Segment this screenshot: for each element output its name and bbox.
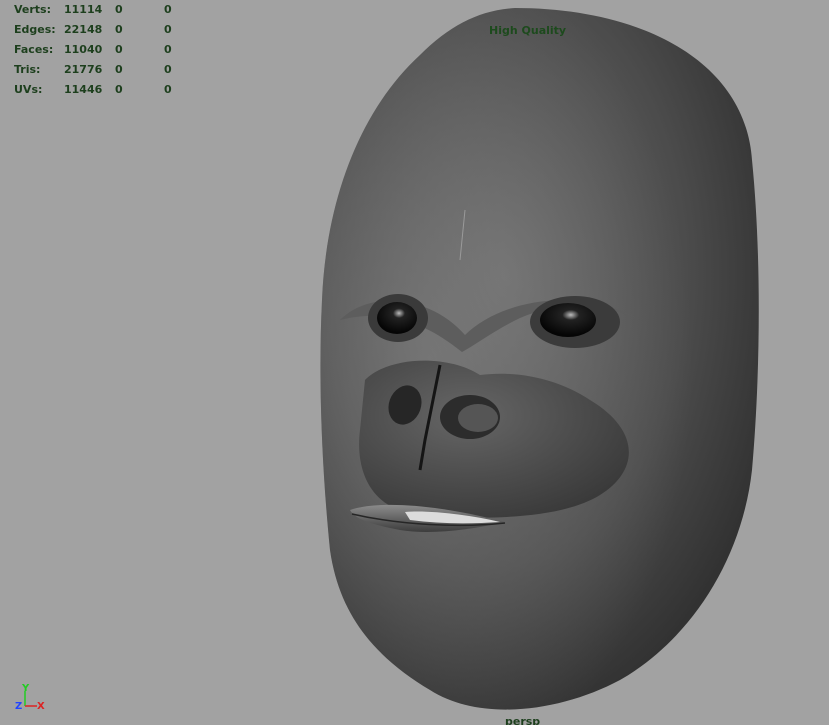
hud-row-uvs: UVs: 11446 0 0 xyxy=(14,83,214,103)
hud-value: 11446 xyxy=(64,83,103,96)
hud-label: Edges: xyxy=(14,23,56,36)
axis-gizmo: Y Z X xyxy=(15,683,45,712)
hud-label: UVs: xyxy=(14,83,43,96)
hud-label: Faces: xyxy=(14,43,54,56)
hud-value: 0 xyxy=(115,83,123,96)
hud-value: 0 xyxy=(164,43,172,56)
hud-value: 22148 xyxy=(64,23,103,36)
quality-label: High Quality xyxy=(489,24,567,37)
hud-row-verts: Verts: 11114 0 0 xyxy=(14,3,214,23)
hud-value: 0 xyxy=(115,3,123,16)
hud-label: Tris: xyxy=(14,63,41,76)
hud-value: 11040 xyxy=(64,43,103,56)
hud-value: 11114 xyxy=(64,3,103,16)
hud-value: 0 xyxy=(115,43,123,56)
hud-value: 0 xyxy=(164,23,172,36)
x-axis-label: X xyxy=(37,701,45,712)
y-axis-label: Y xyxy=(21,683,30,694)
hud-label: Verts: xyxy=(14,3,52,16)
hud-value: 0 xyxy=(115,23,123,36)
camera-name-label: persp xyxy=(505,715,541,725)
hud-row-tris: Tris: 21776 0 0 xyxy=(14,63,214,83)
hud-value: 0 xyxy=(164,63,172,76)
hud-row-edges: Edges: 22148 0 0 xyxy=(14,23,214,43)
poly-count-hud: Verts: 11114 0 0 Edges: 22148 0 0 Faces:… xyxy=(14,3,214,103)
hud-value: 0 xyxy=(115,63,123,76)
right-eye xyxy=(530,296,620,348)
z-axis-label: Z xyxy=(15,701,22,712)
perspective-viewport[interactable]: Verts: 11114 0 0 Edges: 22148 0 0 Faces:… xyxy=(0,0,829,725)
gorilla-head-model[interactable] xyxy=(0,0,829,725)
hud-value: 0 xyxy=(164,83,172,96)
hud-row-faces: Faces: 11040 0 0 xyxy=(14,43,214,63)
hud-value: 0 xyxy=(164,3,172,16)
left-eye xyxy=(368,294,428,342)
hud-value: 21776 xyxy=(64,63,103,76)
